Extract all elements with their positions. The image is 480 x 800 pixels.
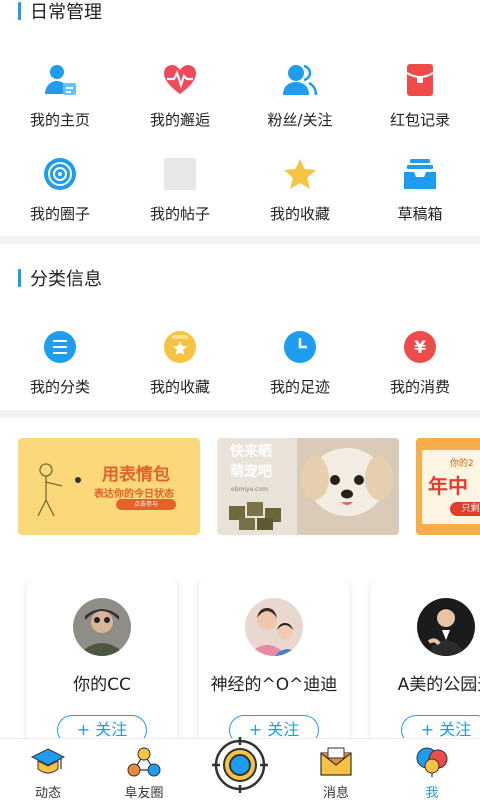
category-item-label: 我的足迹 — [269, 378, 330, 396]
list-icon — [40, 327, 80, 367]
star-icon — [280, 154, 320, 194]
section-title: 日常管理 — [30, 2, 102, 23]
user-card-carousel[interactable]: 你的CC + 关注 神经的^O^迪迪 + 关注 A美的公园天 + 关注 — [0, 580, 480, 740]
user-card[interactable]: 神经的^O^迪迪 + 关注 — [199, 580, 349, 740]
user-name: 你的CC — [73, 675, 131, 695]
section-daily-header: 日常管理 — [18, 0, 102, 24]
daily-item-fans[interactable]: 粉丝/关注 — [240, 60, 360, 130]
category-item-footprint[interactable]: 我的足迹 — [240, 327, 360, 397]
user-card[interactable]: 你的CC + 关注 — [27, 580, 177, 740]
post-placeholder-icon — [160, 154, 200, 194]
follow-button[interactable]: + 关注 — [401, 715, 480, 740]
yen-icon: ¥ — [400, 327, 440, 367]
tab-label: 动态 — [34, 786, 61, 800]
treats-photo — [225, 496, 295, 532]
star-folder-icon — [160, 327, 200, 367]
daily-item-redpacket[interactable]: 红包记录 — [360, 60, 480, 130]
clock-icon — [280, 327, 320, 367]
daily-item-label: 粉丝/关注 — [267, 111, 333, 129]
section-title: 分类信息 — [30, 269, 102, 290]
category-item-label: 我的收藏 — [149, 378, 210, 396]
avatar[interactable] — [73, 598, 131, 656]
banner-carousel[interactable]: 用表情包 表达你的今日状态 点击参与 快来晒 萌宠吧 ebmiye.com 你的… — [0, 438, 480, 538]
inbox-tray-icon — [400, 154, 440, 194]
user-name: 神经的^O^迪迪 — [210, 675, 338, 695]
tab-me[interactable]: 我 — [384, 739, 480, 800]
category-item-label: 我的消费 — [389, 378, 450, 396]
friends-network-icon — [126, 745, 162, 779]
tab-label: 阜友圈 — [124, 786, 164, 800]
center-target-icon — [212, 737, 268, 793]
user-name: A美的公园天 — [397, 675, 480, 695]
daily-item-label: 红包记录 — [389, 111, 450, 129]
banner-emoji[interactable]: 用表情包 表达你的今日状态 点击参与 — [18, 438, 200, 535]
daily-item-label: 草稿箱 — [397, 205, 443, 223]
banner-pet[interactable]: 快来晒 萌宠吧 ebmiye.com — [217, 438, 399, 535]
banner-pill: 只剩半 — [450, 502, 480, 516]
banner-title: 用表情包 — [102, 465, 170, 485]
user-card-icon — [40, 60, 80, 100]
daily-item-label: 我的帖子 — [149, 205, 210, 223]
tab-messages[interactable]: 消息 — [288, 739, 384, 800]
banner-title: 年中 — [428, 474, 468, 498]
section-accent-bar — [18, 2, 21, 20]
category-item-label: 我的分类 — [29, 378, 90, 396]
user-card[interactable]: A美的公园天 + 关注 — [371, 580, 480, 740]
svg-text:¥: ¥ — [414, 338, 426, 358]
daily-item-circle[interactable]: 我的圈子 — [0, 154, 120, 224]
tab-label: 我 — [425, 786, 439, 800]
banner-action-button[interactable]: 点击参与 — [116, 499, 176, 510]
section-accent-bar — [18, 269, 21, 287]
bottom-tab-bar: 动态 阜友圈 消息 我 — [0, 736, 480, 800]
section-divider — [0, 236, 480, 244]
category-item-classify[interactable]: 我的分类 — [0, 327, 120, 397]
banner-top-text: 你的2 — [450, 459, 474, 469]
daily-item-label: 我的收藏 — [269, 205, 330, 223]
daily-item-favorites[interactable]: 我的收藏 — [240, 154, 360, 224]
section-category-header: 分类信息 — [18, 265, 102, 291]
heartbeat-icon — [160, 60, 200, 100]
banner-title: 快来晒 萌宠吧 — [230, 444, 272, 480]
stick-figure-illustration — [37, 463, 81, 517]
graduation-cap-icon — [30, 745, 66, 779]
dog-photo — [297, 438, 399, 535]
daily-item-drafts[interactable]: 草稿箱 — [360, 154, 480, 224]
category-item-spending[interactable]: ¥ 我的消费 — [360, 327, 480, 397]
banner-subtitle: 表达你的今日状态 — [94, 489, 174, 500]
users-icon — [280, 60, 320, 100]
banner-midyear[interactable]: 你的2 年中 只剩半 — [416, 438, 480, 535]
follow-button[interactable]: + 关注 — [57, 715, 147, 740]
daily-item-encounter[interactable]: 我的邂逅 — [120, 60, 240, 130]
red-envelope-icon — [400, 60, 440, 100]
tab-label: 消息 — [322, 786, 349, 800]
profile-balloon-icon — [414, 745, 450, 779]
daily-item-homepage[interactable]: 我的主页 — [0, 60, 120, 130]
category-item-favorites[interactable]: 我的收藏 — [120, 327, 240, 397]
daily-item-posts[interactable]: 我的帖子 — [120, 154, 240, 224]
envelope-icon — [318, 745, 354, 779]
center-action-button[interactable] — [211, 736, 269, 794]
tab-friends[interactable]: 阜友圈 — [96, 739, 192, 800]
banner-watermark: ebmiye.com — [231, 486, 268, 493]
avatar[interactable] — [417, 598, 475, 656]
daily-item-label: 我的邂逅 — [149, 111, 210, 129]
section-divider — [0, 410, 480, 418]
circle-target-icon — [40, 154, 80, 194]
tab-feed[interactable]: 动态 — [0, 739, 96, 800]
daily-item-label: 我的圈子 — [29, 205, 90, 223]
avatar[interactable] — [245, 598, 303, 656]
daily-item-label: 我的主页 — [29, 111, 90, 129]
